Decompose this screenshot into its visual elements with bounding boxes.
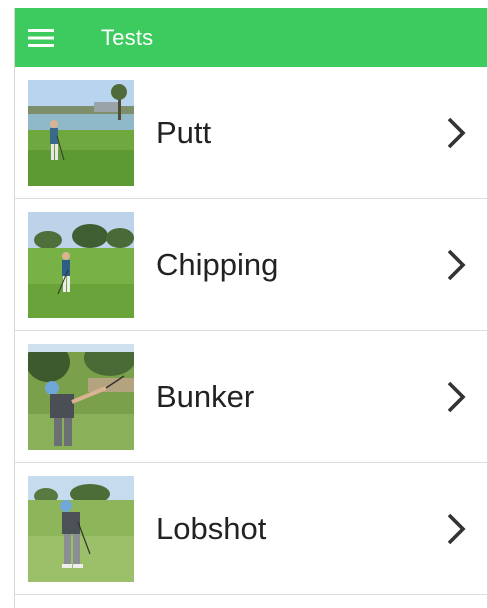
golfer-lobshot-photo (28, 475, 134, 582)
tests-list: Putt Chipping Bunker Lobshot (15, 67, 487, 595)
chevron-right-icon (447, 249, 466, 280)
hamburger-menu-icon (28, 28, 54, 47)
chevron-right-icon (447, 381, 466, 412)
list-item-putt[interactable]: Putt (15, 67, 487, 199)
test-label: Chipping (156, 246, 279, 282)
chevron-right-icon (447, 513, 466, 544)
page-title: Tests (101, 24, 154, 50)
app-frame: Tests Putt Chipping Bunker Lobshot (14, 8, 488, 608)
list-item-lobshot[interactable]: Lobshot (15, 463, 487, 595)
menu-button[interactable] (15, 8, 67, 67)
golfer-chipping-photo (28, 211, 134, 318)
golfer-putting-photo (28, 79, 134, 186)
app-bar: Tests (15, 8, 487, 67)
list-item-chipping[interactable]: Chipping (15, 199, 487, 331)
test-label: Putt (156, 114, 212, 150)
chevron-right-icon (447, 117, 466, 148)
list-item-bunker[interactable]: Bunker (15, 331, 487, 463)
test-label: Lobshot (156, 510, 267, 546)
test-label: Bunker (156, 378, 255, 414)
golfer-bunker-swing-photo (28, 343, 134, 450)
